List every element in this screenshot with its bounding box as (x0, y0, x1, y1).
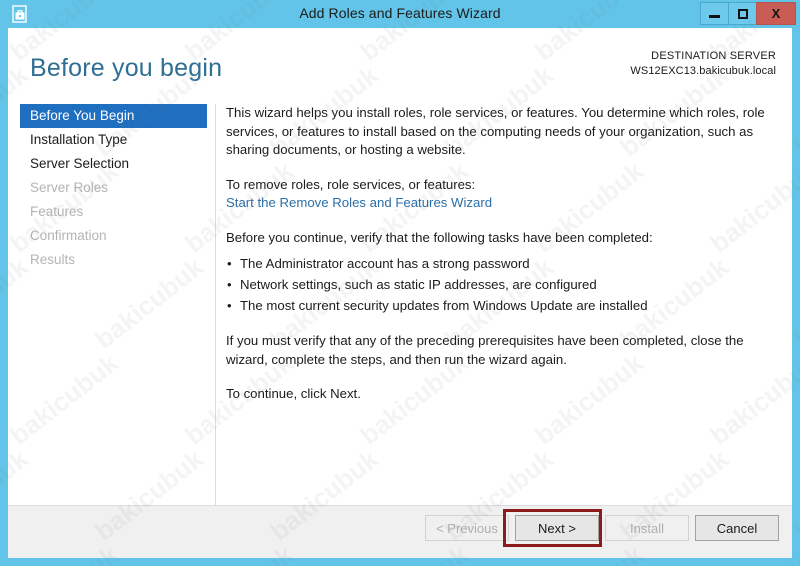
remove-prompt: To remove roles, role services, or featu… (226, 176, 476, 192)
prerequisite-task-list: The Administrator account has a strong p… (226, 253, 774, 316)
destination-server-block: DESTINATION SERVER WS12EXC13.bakicubuk.l… (630, 49, 776, 79)
nav-item-before-you-begin[interactable]: Before You Begin (20, 104, 207, 128)
nav-content-divider (215, 104, 216, 524)
footer-button-group: < Previous Next > Install Cancel (419, 509, 779, 547)
cancel-button[interactable]: Cancel (695, 515, 779, 541)
next-button[interactable]: Next > (515, 515, 599, 541)
continue-note: To continue, click Next. (226, 386, 361, 401)
footer-bar: < Previous Next > Install Cancel (8, 505, 792, 558)
nav-item-confirmation: Confirmation (30, 228, 107, 243)
task-item: The most current security updates from W… (226, 295, 774, 316)
task-item: The Administrator account has a strong p… (226, 253, 774, 274)
window-controls: X (700, 2, 796, 25)
main-content: This wizard helps you install roles, rol… (226, 104, 774, 420)
client-area: Before you begin DESTINATION SERVER WS12… (8, 28, 792, 558)
minimize-button[interactable] (700, 2, 729, 25)
nav-item-installation-type[interactable]: Installation Type (8, 128, 207, 152)
wizard-navigation: Before You Begin Installation Type Serve… (8, 104, 207, 272)
minimize-icon (709, 14, 720, 18)
nav-item-results: Results (30, 252, 76, 267)
task-item: Network settings, such as static IP addr… (226, 274, 774, 295)
close-button[interactable]: X (756, 2, 796, 25)
nav-item-server-selection[interactable]: Server Selection (8, 152, 207, 176)
maximize-button[interactable] (728, 2, 757, 25)
nav-item-server-roles: Server Roles (30, 180, 109, 195)
prerequisites-note: If you must verify that any of the prece… (226, 333, 744, 367)
destination-server-label: DESTINATION SERVER (651, 50, 776, 62)
intro-paragraph: This wizard helps you install roles, rol… (226, 105, 765, 157)
verify-prompt: Before you continue, verify that the fol… (226, 229, 653, 245)
page-header: Before you begin DESTINATION SERVER WS12… (8, 28, 792, 96)
page-title: Before you begin (30, 54, 223, 82)
title-bar: Add Roles and Features Wizard X (0, 0, 800, 28)
destination-server-name: WS12EXC13.bakicubuk.local (630, 65, 776, 77)
remove-roles-wizard-link[interactable]: Start the Remove Roles and Features Wiza… (226, 194, 774, 213)
install-button: Install (605, 515, 689, 541)
nav-item-features: Features (30, 204, 84, 219)
window-title: Add Roles and Features Wizard (299, 5, 501, 21)
maximize-icon (737, 8, 748, 19)
previous-button: < Previous (425, 515, 509, 541)
next-button-wrapper: Next > (503, 509, 602, 547)
wizard-window: Add Roles and Features Wizard X Before y… (0, 0, 800, 566)
